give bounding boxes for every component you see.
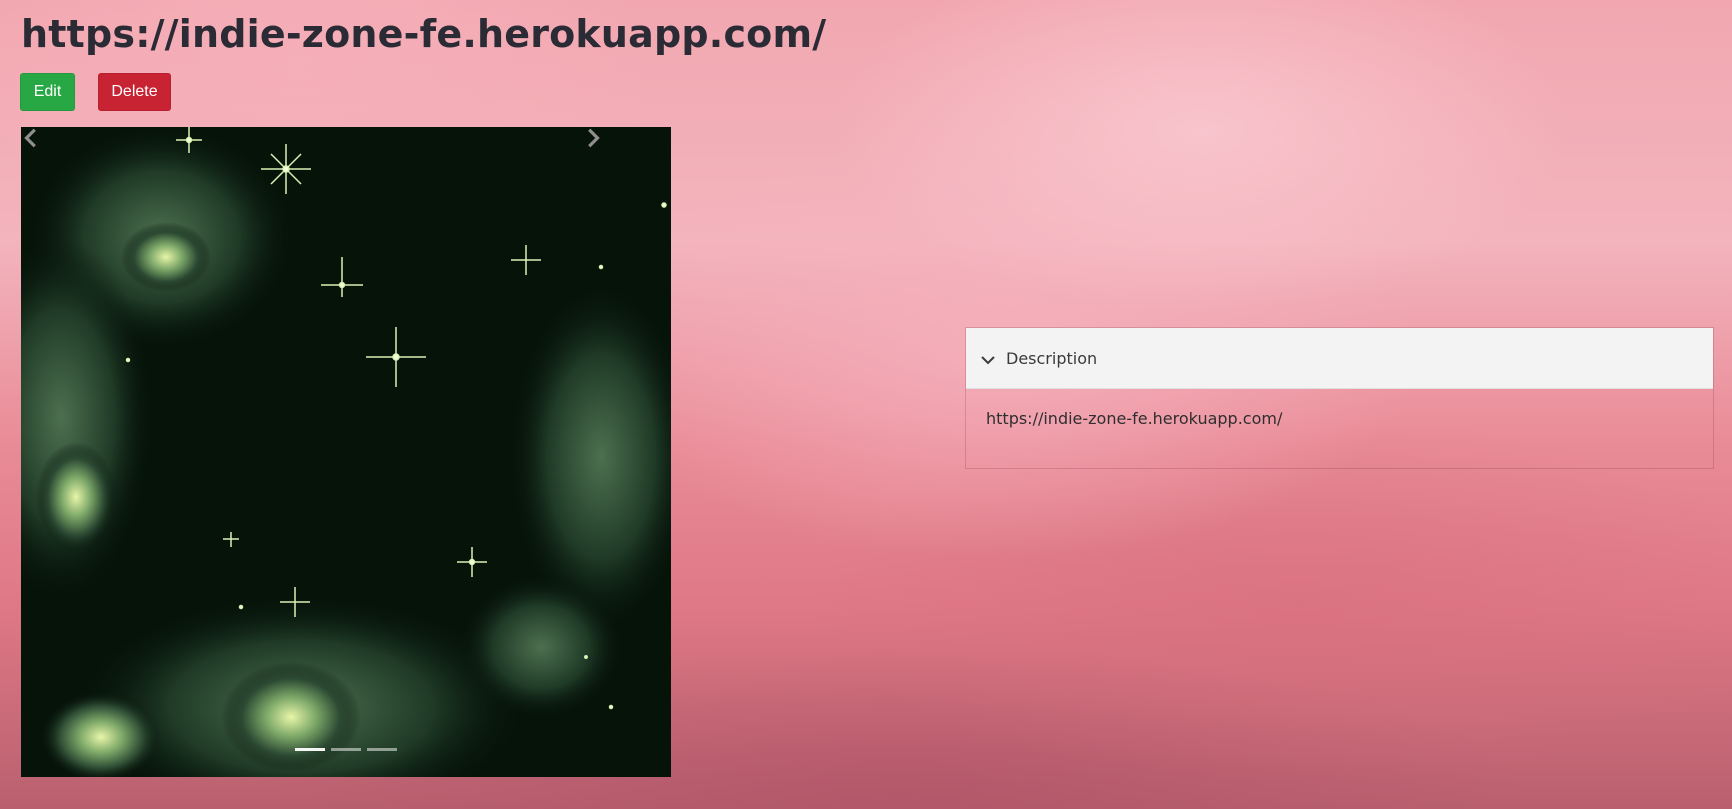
chevron-right-icon <box>588 128 600 148</box>
edit-button[interactable]: Edit <box>20 73 75 111</box>
chevron-left-icon <box>24 128 36 148</box>
carousel-indicator[interactable] <box>295 748 325 751</box>
delete-button[interactable]: Delete <box>98 73 171 111</box>
description-header-label: Description <box>1006 348 1098 368</box>
carousel-indicator[interactable] <box>367 748 397 751</box>
page-title: https://indie-zone-fe.herokuapp.com/ <box>21 12 827 56</box>
carousel-slide-image <box>21 127 671 777</box>
carousel-next-button[interactable] <box>581 127 671 777</box>
carousel-indicator[interactable] <box>331 748 361 751</box>
carousel-indicators <box>21 748 671 751</box>
image-carousel <box>21 127 671 777</box>
description-text: https://indie-zone-fe.herokuapp.com/ <box>986 409 1283 428</box>
description-toggle[interactable]: Description <box>966 328 1713 389</box>
chevron-down-icon <box>981 356 995 365</box>
description-card: Description https://indie-zone-fe.heroku… <box>965 327 1714 469</box>
carousel-prev-button[interactable] <box>21 127 111 777</box>
